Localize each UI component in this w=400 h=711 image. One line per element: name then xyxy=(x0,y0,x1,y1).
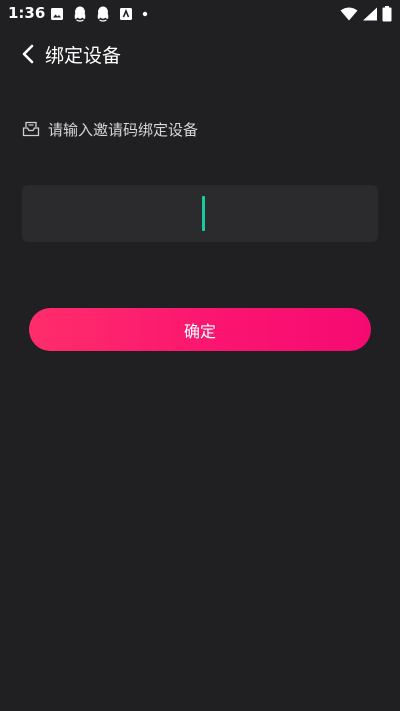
dot-icon xyxy=(142,11,148,17)
battery-icon xyxy=(382,6,392,22)
status-notification-icons xyxy=(50,6,148,22)
status-system-icons xyxy=(340,6,392,22)
inbox-icon xyxy=(22,120,40,138)
signal-icon xyxy=(362,7,378,21)
wifi-icon xyxy=(340,7,358,21)
sim-app-icon xyxy=(119,7,133,21)
qq-icon xyxy=(96,6,110,22)
text-caret xyxy=(202,196,205,231)
back-button[interactable] xyxy=(16,44,40,68)
chevron-left-icon xyxy=(21,44,35,68)
qq-icon xyxy=(73,6,87,22)
image-icon xyxy=(50,7,64,21)
prompt-text: 请输入邀请码绑定设备 xyxy=(48,120,199,139)
status-bar: 1:36 xyxy=(0,0,400,28)
confirm-button[interactable]: 确定 xyxy=(29,308,371,351)
header: 绑定设备 xyxy=(0,36,400,76)
invite-code-field[interactable] xyxy=(22,185,382,244)
prompt-row: 请输入邀请码绑定设备 xyxy=(22,118,198,140)
status-time: 1:36 xyxy=(8,4,46,22)
page-title: 绑定设备 xyxy=(45,45,122,67)
